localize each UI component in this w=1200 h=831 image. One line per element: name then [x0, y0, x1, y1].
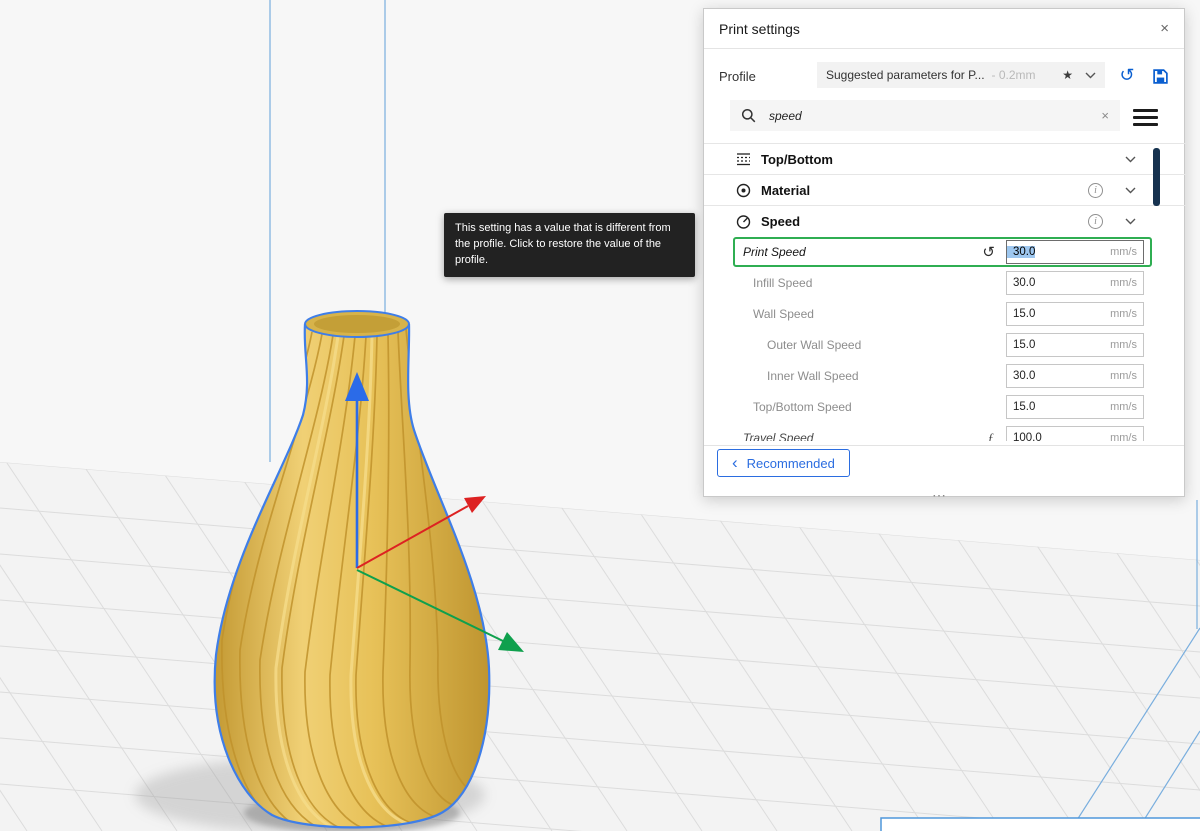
revert-value-icon[interactable]: ↺ — [982, 245, 995, 260]
save-profile-icon[interactable] — [1150, 66, 1170, 86]
setting-value: 15.0 — [1007, 401, 1035, 413]
setting-unit: mm/s — [1110, 370, 1143, 382]
profile-layer-height: - 0.2mm — [992, 68, 1036, 82]
setting-value-field[interactable]: 15.0 mm/s — [1006, 333, 1144, 357]
settings-scrollbar[interactable] — [1153, 148, 1160, 206]
setting-value: 15.0 — [1007, 308, 1035, 320]
setting-label: Wall Speed — [704, 307, 814, 321]
setting-unit: mm/s — [1110, 308, 1143, 320]
setting-value: 100.0 — [1007, 432, 1042, 442]
setting-unit: mm/s — [1110, 246, 1143, 258]
profile-label: Profile — [719, 69, 756, 84]
chevron-down-icon[interactable] — [1125, 187, 1136, 194]
vase-mouth — [314, 315, 400, 333]
category-top-bottom[interactable]: Top/Bottom — [704, 143, 1186, 174]
setting-label: Outer Wall Speed — [704, 338, 861, 352]
setting-unit: mm/s — [1110, 401, 1143, 413]
search-query-text: speed — [769, 109, 802, 123]
bottom-right-panel-corner — [881, 818, 1200, 831]
info-icon[interactable]: i — [1088, 214, 1103, 229]
setting-unit: mm/s — [1110, 432, 1143, 442]
setting-value-field[interactable]: 15.0 mm/s — [1006, 302, 1144, 326]
settings-menu-icon[interactable] — [1133, 109, 1158, 126]
cura-window: This setting has a value that is differe… — [0, 0, 1200, 831]
setting-label: Inner Wall Speed — [704, 369, 859, 383]
clear-search-icon[interactable]: × — [1101, 108, 1109, 123]
profile-value: Suggested parameters for P... — [826, 68, 985, 82]
print-settings-panel: Print settings × Profile Suggested param… — [703, 8, 1185, 497]
setting-value: 30.0 — [1007, 370, 1035, 382]
panel-header: Print settings × — [704, 9, 1184, 49]
setting-label: Infill Speed — [704, 276, 812, 290]
setting-value-field[interactable]: 30.0 mm/s — [1006, 271, 1144, 295]
profile-dropdown[interactable]: Suggested parameters for P... - 0.2mm ★ — [817, 62, 1105, 88]
setting-label: Print Speed — [743, 245, 806, 259]
info-icon[interactable]: i — [1088, 183, 1103, 198]
panel-resize-handle[interactable]: ⋯ — [932, 487, 947, 504]
category-label: Top/Bottom — [761, 152, 833, 167]
reset-profile-icon[interactable]: ↺ — [1117, 65, 1137, 85]
setting-changed-tooltip: This setting has a value that is differe… — [444, 213, 695, 277]
function-icon: ƒ — [988, 430, 995, 442]
recommended-button[interactable]: ‹ Recommended — [717, 449, 850, 477]
recommended-label: Recommended — [747, 456, 835, 471]
setting-value-field[interactable]: 100.0 mm/s — [1006, 426, 1144, 442]
setting-value-field[interactable]: 30.0 mm/s — [1006, 240, 1144, 264]
category-speed[interactable]: Speed i — [704, 205, 1186, 236]
settings-search-input[interactable]: speed × — [730, 100, 1120, 131]
top-bottom-icon — [736, 152, 751, 167]
setting-value: 30.0 — [1007, 277, 1035, 289]
setting-value: 30.0 — [1007, 246, 1035, 258]
setting-row-top-bottom-speed[interactable]: Top/Bottom Speed 15.0 mm/s — [704, 391, 1186, 422]
setting-row-wall-speed[interactable]: Wall Speed 15.0 mm/s — [704, 298, 1186, 329]
setting-row-infill-speed[interactable]: Infill Speed 30.0 mm/s — [704, 267, 1186, 298]
settings-list: Top/Bottom Material i Speed i — [704, 143, 1186, 441]
close-icon[interactable]: × — [1160, 21, 1169, 36]
chevron-down-icon[interactable] — [1125, 156, 1136, 163]
material-icon — [736, 183, 751, 198]
star-icon[interactable]: ★ — [1062, 68, 1073, 82]
category-label: Speed — [761, 214, 800, 229]
panel-title: Print settings — [719, 21, 800, 37]
setting-row-outer-wall-speed[interactable]: Outer Wall Speed 15.0 mm/s — [704, 329, 1186, 360]
chevron-left-icon: ‹ — [732, 454, 738, 471]
setting-row-travel-speed[interactable]: Travel Speed ƒ 100.0 mm/s — [704, 422, 1186, 441]
chevron-down-icon[interactable] — [1125, 218, 1136, 225]
category-material[interactable]: Material i — [704, 174, 1186, 205]
setting-row-inner-wall-speed[interactable]: Inner Wall Speed 30.0 mm/s — [704, 360, 1186, 391]
setting-row-print-speed[interactable]: Print Speed ↺ 30.0 mm/s — [733, 237, 1152, 267]
setting-value-field[interactable]: 30.0 mm/s — [1006, 364, 1144, 388]
footer-divider — [704, 445, 1184, 446]
chevron-down-icon — [1085, 72, 1096, 79]
setting-unit: mm/s — [1110, 277, 1143, 289]
setting-value-field[interactable]: 15.0 mm/s — [1006, 395, 1144, 419]
setting-value: 15.0 — [1007, 339, 1035, 351]
setting-label: Top/Bottom Speed — [704, 400, 852, 414]
category-label: Material — [761, 183, 810, 198]
setting-unit: mm/s — [1110, 339, 1143, 351]
search-icon — [741, 108, 756, 123]
setting-label: Travel Speed — [704, 431, 813, 442]
speed-icon — [736, 214, 751, 229]
